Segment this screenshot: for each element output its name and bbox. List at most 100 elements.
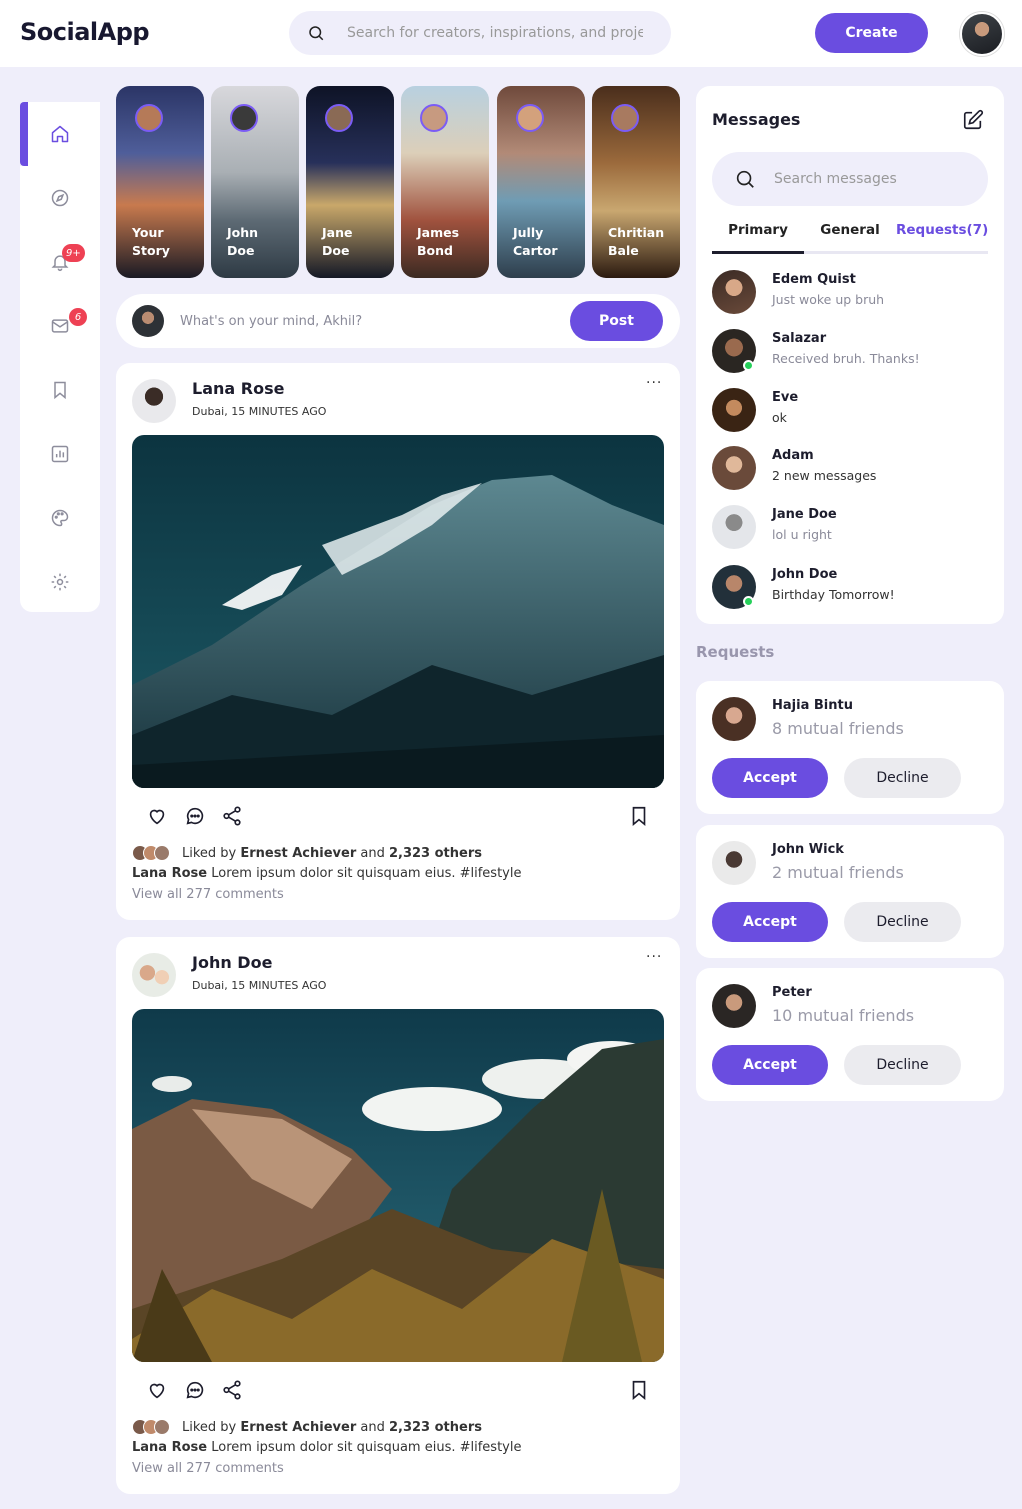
post-meta: Dubai, 15 MINUTES AGO	[192, 979, 327, 992]
accept-button[interactable]: Accept	[712, 1045, 828, 1085]
likes-count[interactable]: 2,323 others	[389, 1420, 482, 1435]
story-card[interactable]: John Doe	[211, 86, 299, 278]
sidebar-item-messages[interactable]: 6	[20, 294, 100, 358]
online-indicator	[743, 596, 754, 607]
more-options-icon[interactable]: ···	[646, 375, 662, 391]
story-card[interactable]: Jane Doe	[306, 86, 394, 278]
likes-summary[interactable]: Liked by Ernest Achiever and 2,323 other…	[132, 844, 482, 862]
tab-requests[interactable]: Requests(7)	[896, 222, 988, 254]
home-icon	[51, 125, 69, 143]
sidebar-item-notifications[interactable]: 9+	[20, 230, 100, 294]
request-avatar[interactable]	[712, 984, 756, 1028]
post-author-avatar[interactable]	[132, 953, 176, 997]
likes-user[interactable]: Ernest Achiever	[240, 1420, 356, 1435]
sidebar-item-explore[interactable]	[20, 166, 100, 230]
story-name: Chritian Bale	[608, 225, 665, 258]
story-card[interactable]: Your Story	[116, 86, 204, 278]
request-name[interactable]: John Wick	[772, 842, 844, 857]
comment-icon[interactable]	[184, 1379, 206, 1401]
request-avatar[interactable]	[712, 697, 756, 741]
online-indicator	[743, 360, 754, 371]
story-card[interactable]: Chritian Bale	[592, 86, 680, 278]
message-item[interactable]: Salazar Received bruh. Thanks!	[712, 329, 992, 373]
decline-button[interactable]: Decline	[844, 758, 961, 798]
request-avatar[interactable]	[712, 841, 756, 885]
post-author-name[interactable]: John Doe	[192, 953, 272, 972]
bookmark-icon[interactable]	[628, 805, 650, 827]
heart-icon[interactable]	[146, 1379, 168, 1401]
post-author-name[interactable]: Lana Rose	[192, 379, 284, 398]
global-search[interactable]	[289, 11, 671, 55]
story-card[interactable]: Jully Cartor	[497, 86, 585, 278]
post-image[interactable]	[132, 1009, 664, 1362]
post-button[interactable]: Post	[570, 301, 663, 341]
likes-user[interactable]: Ernest Achiever	[240, 846, 356, 861]
message-tabs: Primary General Requests(7)	[712, 222, 988, 254]
view-comments-link[interactable]: View all 277 comments	[132, 887, 284, 902]
likes-count[interactable]: 2,323 others	[389, 846, 482, 861]
caption-author[interactable]: Lana Rose	[132, 866, 207, 881]
caption-author[interactable]: Lana Rose	[132, 1440, 207, 1455]
story-avatar	[325, 104, 353, 132]
search-icon	[736, 170, 754, 188]
composer-input[interactable]	[180, 310, 540, 332]
settings-icon	[51, 573, 69, 591]
decline-button[interactable]: Decline	[844, 1045, 961, 1085]
likes-summary[interactable]: Liked by Ernest Achiever and 2,323 other…	[132, 1418, 482, 1436]
tab-general[interactable]: General	[812, 222, 888, 254]
accept-button[interactable]: Accept	[712, 902, 828, 942]
message-item[interactable]: Edem Quist Just woke up bruh	[712, 270, 992, 314]
search-icon	[309, 26, 324, 41]
tab-primary[interactable]: Primary	[712, 222, 804, 254]
profile-avatar[interactable]	[960, 12, 1004, 56]
post-caption: Lana Rose Lorem ipsum dolor sit quisquam…	[132, 866, 521, 881]
message-sender: John Doe	[772, 567, 838, 582]
feed-post: Lana Rose Dubai, 15 MINUTES AGO ··· Like…	[116, 363, 680, 920]
message-sender: Salazar	[772, 331, 827, 346]
sidebar-item-home[interactable]	[20, 102, 100, 166]
post-author-avatar[interactable]	[132, 379, 176, 423]
create-button[interactable]: Create	[815, 13, 928, 53]
story-name: James Bond	[417, 225, 460, 258]
request-mutual-friends: 8 mutual friends	[772, 719, 904, 738]
sidebar-item-settings[interactable]	[20, 550, 100, 614]
comment-icon[interactable]	[184, 805, 206, 827]
share-icon[interactable]	[221, 1379, 243, 1401]
message-item[interactable]: John Doe Birthday Tomorrow!	[712, 565, 992, 609]
sidebar-item-theme[interactable]	[20, 486, 100, 550]
mail-icon	[51, 319, 69, 333]
decline-button[interactable]: Decline	[844, 902, 961, 942]
sidebar-item-bookmarks[interactable]	[20, 358, 100, 422]
composer-avatar	[132, 305, 164, 337]
story-name: Jane Doe	[322, 225, 353, 258]
post-caption: Lana Rose Lorem ipsum dolor sit quisquam…	[132, 1440, 521, 1455]
message-search-input[interactable]	[774, 168, 974, 190]
heart-icon[interactable]	[146, 805, 168, 827]
accept-button[interactable]: Accept	[712, 758, 828, 798]
sidebar-item-analytics[interactable]	[20, 422, 100, 486]
bookmark-icon[interactable]	[628, 1379, 650, 1401]
story-avatar	[135, 104, 163, 132]
compose-message-icon[interactable]	[962, 109, 984, 131]
message-sender: Edem Quist	[772, 272, 856, 287]
story-card[interactable]: James Bond	[401, 86, 489, 278]
story-avatar	[516, 104, 544, 132]
story-avatar	[230, 104, 258, 132]
share-icon[interactable]	[221, 805, 243, 827]
app-logo[interactable]: SocialApp	[20, 18, 150, 46]
message-item[interactable]: Eve ok	[712, 388, 992, 432]
message-item[interactable]: Jane Doe lol u right	[712, 505, 992, 549]
request-name[interactable]: Hajia Bintu	[772, 698, 853, 713]
post-image[interactable]	[132, 435, 664, 788]
post-meta: Dubai, 15 MINUTES AGO	[192, 405, 327, 418]
message-item[interactable]: Adam 2 new messages	[712, 446, 992, 490]
message-avatar	[712, 505, 756, 549]
global-search-input[interactable]	[347, 22, 643, 44]
message-search[interactable]	[712, 152, 988, 206]
palette-icon	[51, 509, 69, 527]
more-options-icon[interactable]: ···	[646, 949, 662, 965]
story-name: John Doe	[227, 225, 259, 258]
request-name[interactable]: Peter	[772, 985, 812, 1000]
friend-request-card: Hajia Bintu 8 mutual friends Accept Decl…	[696, 681, 1004, 814]
view-comments-link[interactable]: View all 277 comments	[132, 1461, 284, 1476]
